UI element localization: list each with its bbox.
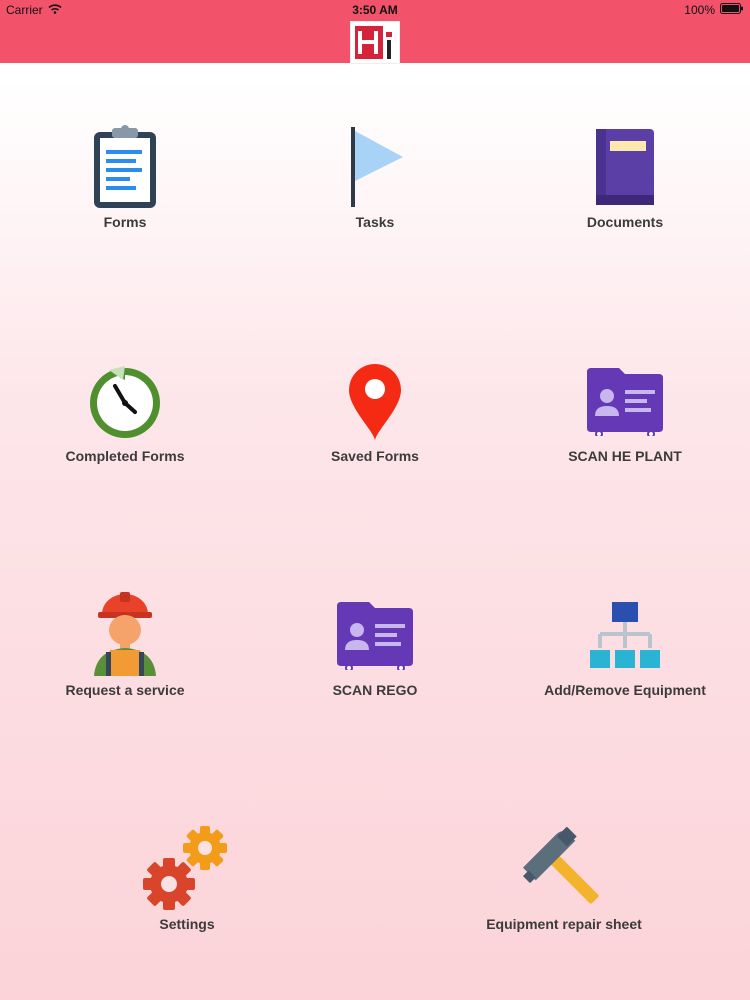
menu-item-label: Completed Forms xyxy=(65,448,185,464)
menu-item-add-remove-equipment[interactable]: Add/Remove Equipment xyxy=(515,590,735,740)
clipboard-icon xyxy=(80,122,170,212)
hierarchy-icon xyxy=(580,590,670,680)
menu-item-label: Tasks xyxy=(355,214,395,230)
battery-status: 100% xyxy=(684,3,744,17)
gears-icon xyxy=(142,824,232,914)
id-card-icon xyxy=(580,356,670,446)
menu-item-label: SCAN HE PLANT xyxy=(568,448,682,464)
clock-icon xyxy=(80,356,170,446)
clock: 3:50 AM xyxy=(352,3,398,17)
id-card-icon xyxy=(330,590,420,680)
menu-item-saved-forms[interactable]: Saved Forms xyxy=(265,356,485,506)
worker-icon xyxy=(80,590,170,680)
book-icon xyxy=(580,122,670,212)
menu-item-label: Add/Remove Equipment xyxy=(544,682,706,698)
menu-item-label: Saved Forms xyxy=(331,448,419,464)
menu-item-label: Equipment repair sheet xyxy=(486,916,642,932)
menu-item-equipment-repair-sheet[interactable]: Equipment repair sheet xyxy=(454,824,674,974)
menu-item-tasks[interactable]: Tasks xyxy=(265,122,485,272)
status-bar: Carrier 3:50 AM 100% xyxy=(0,0,750,20)
hammer-icon xyxy=(519,824,609,914)
menu-item-documents[interactable]: Documents xyxy=(515,122,735,272)
menu-item-label: Documents xyxy=(586,214,664,230)
menu-item-completed-forms[interactable]: Completed Forms xyxy=(15,356,235,506)
menu-item-label: Settings xyxy=(159,916,215,932)
menu-item-request-service[interactable]: Request a service xyxy=(15,590,235,740)
menu-item-scan-he-plant[interactable]: SCAN HE PLANT xyxy=(515,356,735,506)
menu-item-scan-rego[interactable]: SCAN REGO xyxy=(265,590,485,740)
menu-item-label: Forms xyxy=(103,214,147,230)
top-bar: Carrier 3:50 AM 100% xyxy=(0,0,750,64)
menu-item-settings[interactable]: Settings xyxy=(77,824,297,974)
battery-icon xyxy=(720,3,744,17)
menu-item-label: Request a service xyxy=(65,682,185,698)
menu-item-forms[interactable]: Forms xyxy=(15,122,235,272)
location-pin-icon xyxy=(330,356,420,446)
menu-item-label: SCAN REGO xyxy=(332,682,418,698)
battery-percent: 100% xyxy=(684,3,715,17)
flag-icon xyxy=(330,122,420,212)
hi-logo[interactable] xyxy=(350,21,400,64)
